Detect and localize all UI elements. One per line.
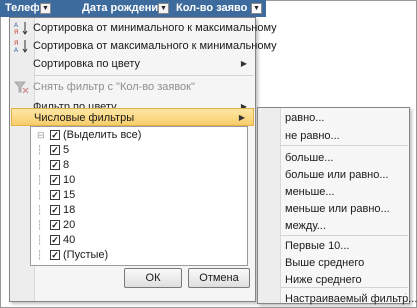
tree-connector: ┆	[37, 250, 43, 260]
sort-ascending-item[interactable]: АЯ Сортировка от минимального к максимал…	[10, 19, 277, 37]
submenu-item-label: между...	[285, 220, 326, 232]
number-filters-submenu: равно... не равно... больше... больше или р…	[257, 107, 417, 305]
checkbox[interactable]: ✓	[50, 235, 60, 245]
checkbox[interactable]: ✓	[50, 175, 60, 185]
checkbox[interactable]: ✓	[50, 130, 60, 140]
tree-connector: ┆	[37, 190, 43, 200]
ok-button[interactable]: ОК	[124, 268, 182, 288]
submenu-item[interactable]: Выше среднего	[258, 255, 409, 272]
tree-connector: ┆	[37, 175, 43, 185]
checklist-item-label: 15	[63, 189, 76, 201]
submenu-item[interactable]: Настраиваемый фильтр...	[258, 291, 417, 308]
checkbox[interactable]: ✓	[50, 220, 60, 230]
svg-text:А: А	[14, 23, 18, 29]
submenu-arrow-icon: ▶	[238, 113, 245, 122]
submenu-separator	[280, 145, 408, 146]
tree-connector: ┆	[37, 160, 43, 170]
autofilter-menu: АЯ Сортировка от минимального к максимал…	[9, 17, 277, 302]
tree-connector: ⊟	[37, 130, 45, 140]
submenu-item[interactable]: Первые 10...	[258, 238, 409, 255]
svg-text:А: А	[14, 48, 18, 53]
sort-ascending-icon: АЯ	[14, 21, 29, 36]
header-phone: Телефо	[5, 2, 39, 14]
svg-text:Я: Я	[14, 41, 18, 47]
submenu-arrow-icon: ▶	[240, 59, 247, 68]
submenu-item-label: Первые 10...	[285, 240, 350, 252]
cancel-button[interactable]: Отмена	[188, 268, 250, 288]
header-orders-count: Кол-во заявок	[176, 2, 248, 14]
checkbox[interactable]: ✓	[50, 190, 60, 200]
submenu-item[interactable]: меньше...	[258, 184, 409, 201]
checklist-item-label: 20	[63, 219, 76, 231]
header-birthdate: Дата рождени	[82, 2, 158, 14]
svg-text:Я: Я	[14, 30, 18, 35]
submenu-item-label: меньше или равно...	[285, 203, 390, 215]
submenu-item[interactable]: не равно...	[258, 128, 409, 145]
sort-descending-item[interactable]: ЯА Сортировка от максимального к минимал…	[10, 37, 277, 55]
number-filters-item[interactable]: Числовые фильтры ▶	[11, 108, 254, 126]
clear-filter-item[interactable]: Снять фильтр с "Кол-во заявок"	[10, 78, 255, 96]
birthdate-filter-dropdown-icon[interactable]: ▼	[158, 3, 169, 14]
submenu-item-label: больше...	[285, 152, 334, 164]
submenu-item[interactable]: между...	[258, 218, 409, 235]
checklist-item-label: 10	[63, 174, 76, 186]
menu-separator	[34, 75, 254, 76]
checklist-item-label: 5	[63, 144, 70, 156]
sort-ascending-label: Сортировка от минимального к максимально…	[33, 22, 277, 34]
checkbox[interactable]: ✓	[50, 145, 60, 155]
checklist-item-label: 40	[63, 234, 76, 246]
tree-connector: ┆	[37, 145, 43, 155]
submenu-separator	[280, 287, 408, 288]
resize-grip-icon[interactable]: ⋰	[399, 293, 407, 301]
submenu-item[interactable]: больше или равно...	[258, 167, 409, 184]
clear-filter-icon	[14, 80, 29, 94]
sort-by-color-label: Сортировка по цвету	[33, 58, 140, 70]
checklist-item-label: 18	[63, 204, 76, 216]
sort-descending-icon: ЯА	[14, 39, 29, 54]
checkbox[interactable]: ✓	[50, 250, 60, 260]
submenu-item-label: Настраиваемый фильтр...	[285, 293, 417, 305]
tree-connector: ┆	[37, 235, 43, 245]
checkbox[interactable]: ✓	[50, 160, 60, 170]
submenu-item-label: больше или равно...	[285, 169, 389, 181]
phone-filter-dropdown-icon[interactable]: ▼	[40, 3, 51, 14]
submenu-item[interactable]: меньше или равно...	[258, 201, 409, 218]
values-checklist[interactable]: ⊟ ✓ (Выделить все) ┆ ✓ 5 ┆ ✓ 8 ┆ ✓ 10 ┆ ✓ 15 ┆ ✓ 18 ┆ ✓ 20 ┆ ✓…	[30, 126, 248, 266]
number-filters-label: Числовые фильтры	[34, 112, 135, 124]
submenu-item[interactable]: больше...	[258, 150, 409, 167]
submenu-item-label: Выше среднего	[285, 257, 365, 269]
sort-by-color-item[interactable]: Сортировка по цвету ▶	[10, 55, 255, 73]
orders-count-filter-dropdown-icon[interactable]: ▼	[251, 3, 262, 14]
submenu-separator	[280, 235, 408, 236]
checkbox[interactable]: ✓	[50, 205, 60, 215]
submenu-item[interactable]: равно...	[258, 110, 409, 127]
checklist-item-label: (Выделить все)	[63, 129, 142, 141]
submenu-item-label: равно...	[285, 112, 325, 124]
checklist-item-label: 8	[63, 159, 70, 171]
tree-connector: ┆	[37, 220, 43, 230]
table-header-row: Телефо ▼ Дата рождени ▼ Кол-во заявок ▼	[0, 0, 266, 17]
submenu-item-label: меньше...	[285, 186, 335, 198]
clear-filter-label: Снять фильтр с "Кол-во заявок"	[33, 81, 195, 93]
sort-descending-label: Сортировка от максимального к минимально…	[33, 40, 277, 52]
tree-connector: ┆	[37, 205, 43, 215]
checklist-item-label: (Пустые)	[63, 249, 109, 261]
submenu-item-label: не равно...	[285, 130, 340, 142]
